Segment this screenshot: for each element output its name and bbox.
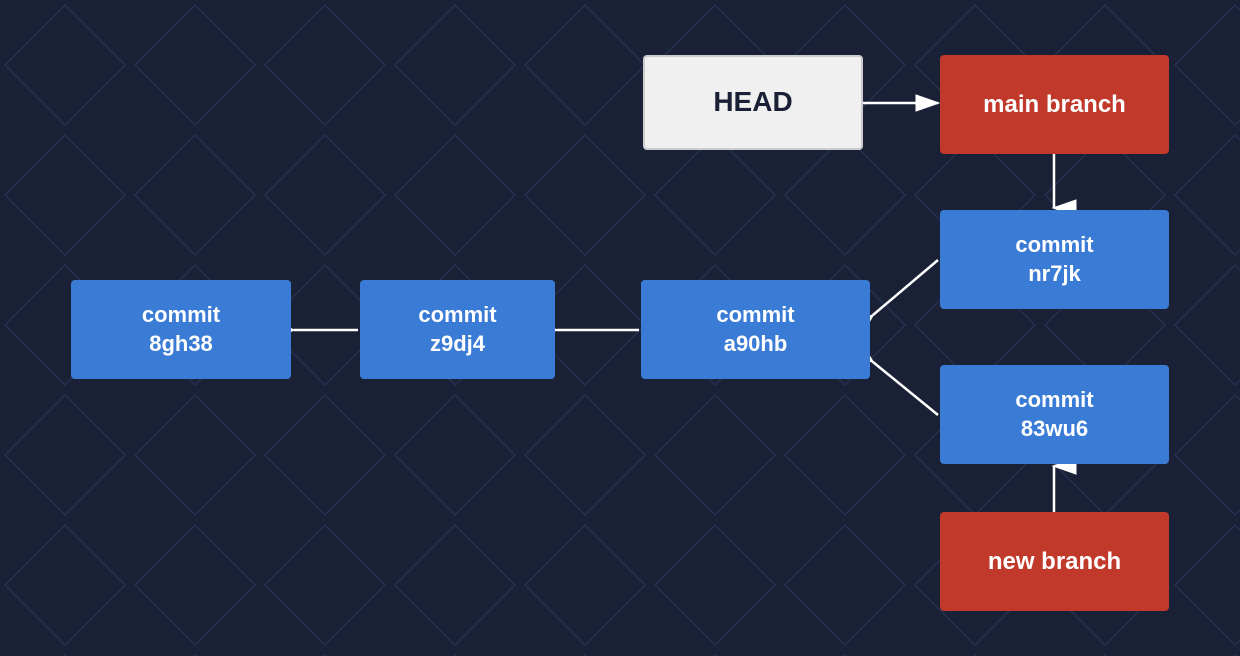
head-label: HEAD: [713, 84, 792, 120]
diagram-container: HEAD main branch commitnr7jk commit83wu6…: [0, 0, 1240, 656]
commit-83wu6-label: commit83wu6: [1015, 386, 1093, 443]
main-branch-box: main branch: [940, 55, 1169, 154]
commit-a90hb-label: commita90hb: [716, 301, 794, 358]
commit-8gh38-box: commit8gh38: [71, 280, 291, 379]
arrow-nr7jk-to-a90hb: [873, 260, 938, 315]
commit-z9dj4-box: commitz9dj4: [360, 280, 555, 379]
arrow-83wu6-to-a90hb: [873, 362, 938, 415]
main-branch-label: main branch: [983, 89, 1126, 120]
new-branch-box: new branch: [940, 512, 1169, 611]
commit-a90hb-box: commita90hb: [641, 280, 870, 379]
commit-nr7jk-box: commitnr7jk: [940, 210, 1169, 309]
new-branch-label: new branch: [988, 546, 1121, 577]
head-box: HEAD: [643, 55, 863, 150]
commit-8gh38-label: commit8gh38: [142, 301, 220, 358]
commit-83wu6-box: commit83wu6: [940, 365, 1169, 464]
commit-nr7jk-label: commitnr7jk: [1015, 231, 1093, 288]
commit-z9dj4-label: commitz9dj4: [418, 301, 496, 358]
